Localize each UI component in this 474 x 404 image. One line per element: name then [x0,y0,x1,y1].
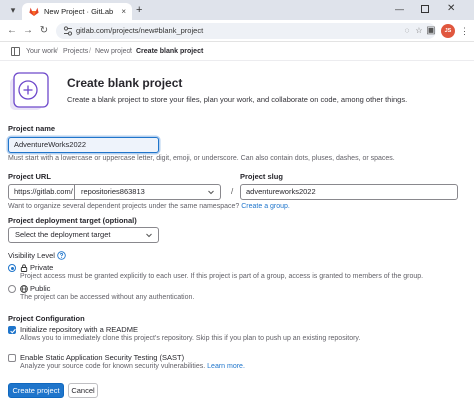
tab-title: New Project · GitLab [44,7,114,16]
browser-tab[interactable]: New Project · GitLab × [22,3,132,20]
learn-more-link[interactable]: Learn more. [207,363,245,370]
project-slug-input[interactable]: adventureworks2022 [240,184,458,200]
visibility-public-radio[interactable] [8,285,16,293]
profile-avatar[interactable]: JS [441,24,455,38]
blank-project-illustration-icon [10,72,49,110]
breadcrumb-your-work[interactable]: Your work [26,47,57,57]
eye-off-icon[interactable]: ◌ [402,26,412,36]
enable-sast-help: Analyze your source code for known secur… [20,363,245,370]
sidebar-toggle-icon[interactable] [11,47,20,56]
window-close-icon[interactable]: ✕ [447,2,455,16]
bookmark-star-icon[interactable]: ☆ [414,26,424,36]
project-name-help: Must start with a lowercase or uppercase… [8,155,395,162]
initialize-readme-label[interactable]: Initialize repository with a README [20,325,138,334]
initialize-readme-help: Allows you to immediately clone this pro… [20,335,361,342]
reload-icon[interactable]: ↻ [38,24,50,38]
visibility-private-label[interactable]: Private [30,263,53,272]
maximize-icon[interactable] [421,5,429,13]
visibility-level-label: Visibility Level [8,251,55,260]
breadcrumb-new-project[interactable]: New project [95,47,132,57]
tab-list-icon[interactable]: ▾ [6,4,20,16]
visibility-public-help: The project can be accessed without any … [20,294,195,301]
page-title: Create blank project [67,76,183,90]
chevron-down-icon [146,233,152,238]
create-group-link[interactable]: Create a group. [241,203,290,210]
breadcrumb-separator: / [56,48,58,55]
page-description: Create a blank project to store your fil… [67,95,408,104]
breadcrumb-projects[interactable]: Projects [63,47,88,57]
url-text: gitlab.com/projects/new#blank_project [76,26,204,35]
deployment-target-dropdown[interactable]: Select the deployment target [8,227,159,243]
create-project-button[interactable]: Create project [8,383,64,398]
deployment-target-placeholder: Select the deployment target [15,230,111,239]
lock-icon [20,264,28,272]
project-url-help: Want to organize several dependent proje… [8,203,290,210]
checkmark-icon [10,328,16,334]
project-slug-label: Project slug [240,172,283,181]
cancel-button[interactable]: Cancel [68,383,98,398]
chevron-down-icon [208,190,214,195]
breadcrumb-separator: / [129,48,131,55]
visibility-private-help: Project access must be granted explicitl… [20,273,424,280]
project-url-prefix: https://gitlab.com/ [8,184,75,200]
extensions-icon[interactable]: ▣ [425,24,437,38]
back-arrow-icon[interactable]: ← [6,24,18,38]
url-slug-separator: / [231,187,234,196]
namespace-select[interactable]: repositories863813 [75,184,221,200]
initialize-readme-checkbox[interactable] [8,326,16,334]
gitlab-favicon-icon [29,7,39,16]
project-name-input[interactable]: AdventureWorks2022 [8,137,159,153]
deployment-target-label: Project deployment target (optional) [8,216,137,225]
minimize-icon[interactable]: — [395,2,404,16]
help-question-icon[interactable] [57,251,66,260]
new-tab-button[interactable]: + [136,3,142,17]
address-bar[interactable]: gitlab.com/projects/new#blank_project ◌ … [56,23,436,39]
breadcrumb: Your work / Projects / New project / Cre… [0,43,474,61]
project-url-label: Project URL [8,172,51,181]
visibility-public-label[interactable]: Public [30,284,50,293]
project-configuration-label: Project Configuration [8,314,85,323]
forward-arrow-icon[interactable]: → [22,24,34,38]
project-name-label: Project name [8,124,56,133]
browser-menu-icon[interactable]: ⋮ [460,24,469,38]
namespace-value: repositories863813 [81,187,145,196]
browser-toolbar: ← → ↻ gitlab.com/projects/new#blank_proj… [0,20,474,42]
visibility-private-radio[interactable] [8,264,16,272]
breadcrumb-create-blank-project: Create blank project [136,48,204,55]
enable-sast-label[interactable]: Enable Static Application Security Testi… [20,353,184,362]
breadcrumb-separator: / [89,48,91,55]
browser-tab-bar: ▾ New Project · GitLab × + — ✕ [0,0,474,20]
earth-icon [20,285,28,293]
site-info-icon[interactable] [63,25,73,37]
tab-close-icon[interactable]: × [121,6,126,17]
enable-sast-checkbox[interactable] [8,354,16,362]
